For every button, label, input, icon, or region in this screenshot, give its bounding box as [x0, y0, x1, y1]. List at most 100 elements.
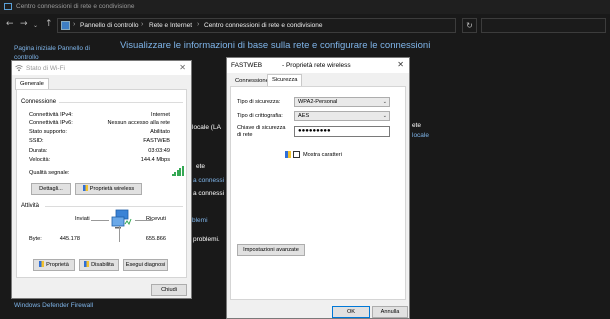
defender-firewall-link[interactable]: Windows Defender Firewall: [14, 302, 93, 309]
properties-dialog-subtitle: - Proprietà rete wireless: [282, 62, 351, 69]
local-connection-link[interactable]: locale: [412, 132, 429, 139]
security-panel: Tipo di sicurezza: WPA2-Personal ⌄ Tipo …: [230, 86, 406, 300]
ssid-label: SSID:: [29, 138, 44, 144]
window-title: Centro connessioni di rete e condivision…: [16, 3, 135, 10]
sidebar-home-line1[interactable]: Pagina iniziale Pannello di: [14, 44, 104, 53]
forward-arrow-icon[interactable]: →: [20, 19, 28, 29]
duration-label: Durata:: [29, 148, 48, 154]
refresh-icon[interactable]: ↻: [462, 18, 477, 33]
sent-label: Inviati: [75, 216, 90, 222]
breadcrumb-network-internet[interactable]: Rete e Internet: [149, 22, 192, 29]
control-panel-icon: [61, 21, 70, 30]
disable-button[interactable]: Disabilita: [79, 259, 119, 271]
recent-locations-chevron-icon[interactable]: ⌄: [33, 22, 38, 29]
breadcrumb-network-center[interactable]: Centro connessioni di rete e condivision…: [204, 22, 323, 29]
show-characters-label[interactable]: Mostra caratteri: [303, 152, 342, 159]
wireless-properties-button[interactable]: Proprietà wireless: [75, 183, 142, 195]
network-center-icon: [4, 3, 12, 10]
ssid-value: FASTWEB: [143, 138, 170, 144]
bytes-received-value: 655.866: [145, 236, 166, 242]
wifi-general-panel: Connessione Connettività IPv4: Internet …: [16, 89, 187, 278]
properties-label: Proprietà: [46, 262, 69, 268]
uac-shield-icon: [82, 185, 88, 191]
media-state-value: Abilitato: [150, 129, 170, 135]
breadcrumb-separator-icon[interactable]: ›: [197, 21, 199, 28]
uac-shield-icon: [285, 151, 291, 158]
breadcrumb-separator-icon[interactable]: ›: [141, 21, 143, 28]
encryption-type-value: AES: [298, 113, 310, 119]
uac-shield-icon: [84, 261, 90, 267]
duration-value: 03:03:49: [148, 148, 170, 154]
wifi-tabs: Generale: [12, 75, 191, 90]
close-button[interactable]: Chiudi: [151, 284, 187, 296]
received-label: Ricevuti: [146, 216, 166, 222]
breadcrumb-separator-icon[interactable]: ›: [73, 21, 75, 28]
ipv4-label: Connettività IPv4:: [29, 112, 73, 118]
search-input[interactable]: [481, 18, 606, 33]
signal-bar: [181, 166, 184, 176]
wireless-properties-dialog: FASTWEB - Proprietà rete wireless ✕ Conn…: [226, 57, 410, 319]
wifi-dialog-titlebar: Stato di Wi-Fi ✕: [12, 61, 191, 75]
activity-group-label: Attività: [21, 203, 40, 209]
wifi-icon: [15, 65, 23, 72]
diagnose-button[interactable]: Esegui diagnosi: [123, 259, 168, 271]
wifi-status-dialog: Stato di Wi-Fi ✕ Generale Connessione Co…: [11, 60, 192, 299]
network-key-label-line2: di rete: [237, 131, 253, 138]
signal-strength-icon: [172, 166, 184, 176]
encryption-type-select[interactable]: AES ⌄: [294, 111, 390, 121]
properties-button[interactable]: Proprietà: [33, 259, 75, 271]
close-icon[interactable]: ✕: [179, 63, 186, 72]
network-text-right: ete: [412, 122, 422, 129]
bytes-label: Byte:: [29, 236, 42, 242]
close-icon[interactable]: ✕: [397, 60, 404, 69]
troubleshoot-text: problemi.: [193, 236, 220, 243]
wireless-properties-label: Proprietà wireless: [89, 186, 135, 192]
show-characters-checkbox[interactable]: [293, 151, 300, 158]
sent-line: [91, 220, 109, 221]
cancel-button[interactable]: Annulla: [372, 306, 408, 318]
network-key-label: Chiave di sicurezza di rete: [237, 125, 286, 138]
media-state-label: Stato supporto:: [29, 129, 67, 135]
new-connection-link[interactable]: a connessi: [193, 177, 224, 184]
network-key-label-line1: Chiave di sicurezza: [237, 125, 286, 131]
connection-group-label: Connessione: [21, 99, 57, 105]
divider: [45, 206, 183, 207]
connection-type-text: locale (LA: [192, 124, 221, 131]
details-button[interactable]: Dettagli...: [31, 183, 71, 195]
chevron-down-icon: ⌄: [382, 99, 387, 105]
troubleshoot-link[interactable]: blemi: [192, 217, 208, 224]
address-box[interactable]: › Pannello di controllo › Rete e Interne…: [57, 18, 456, 33]
network-text: ete: [196, 163, 206, 170]
security-type-select[interactable]: WPA2-Personal ⌄: [294, 97, 390, 107]
up-arrow-icon[interactable]: ↑: [45, 19, 53, 29]
network-activity-icon: [111, 209, 132, 229]
network-key-field[interactable]: ●●●●●●●●●: [294, 126, 390, 137]
speed-value: 144.4 Mbps: [140, 157, 170, 163]
chevron-down-icon: ⌄: [382, 113, 387, 119]
ipv6-value: Nessun accesso alla rete: [107, 120, 171, 126]
ok-button[interactable]: OK: [332, 306, 370, 318]
received-line: [135, 220, 153, 221]
ipv6-label: Connettività IPv6:: [29, 120, 73, 126]
address-bar-row: ← → ⌄ ↑ › Pannello di controllo › Rete e…: [0, 14, 610, 36]
ipv4-value: Internet: [151, 112, 170, 118]
connection-text: a connessi: [193, 190, 225, 197]
page-title: Visualizzare le informazioni di base sul…: [120, 40, 431, 51]
breadcrumb-control-panel[interactable]: Pannello di controllo: [80, 22, 139, 29]
back-arrow-icon[interactable]: ←: [6, 19, 14, 29]
advanced-settings-button[interactable]: Impostazioni avanzate: [237, 244, 305, 256]
bytes-sent-value: 445.178: [59, 236, 80, 242]
security-type-value: WPA2-Personal: [298, 99, 338, 105]
window-titlebar: Centro connessioni di rete e condivision…: [0, 0, 610, 14]
disable-label: Disabilita: [91, 262, 114, 268]
security-type-label: Tipo di sicurezza:: [237, 99, 281, 105]
properties-dialog-titlebar: FASTWEB - Proprietà rete wireless ✕: [227, 58, 409, 73]
activity-divider: [119, 226, 120, 242]
properties-dialog-title: FASTWEB: [231, 62, 263, 69]
divider: [59, 102, 183, 103]
speed-label: Velocità:: [29, 157, 51, 163]
encryption-type-label: Tipo di crittografia:: [237, 113, 283, 119]
signal-quality-label: Qualità segnale:: [29, 170, 70, 176]
wifi-dialog-title: Stato di Wi-Fi: [26, 65, 66, 72]
uac-shield-icon: [39, 261, 45, 267]
